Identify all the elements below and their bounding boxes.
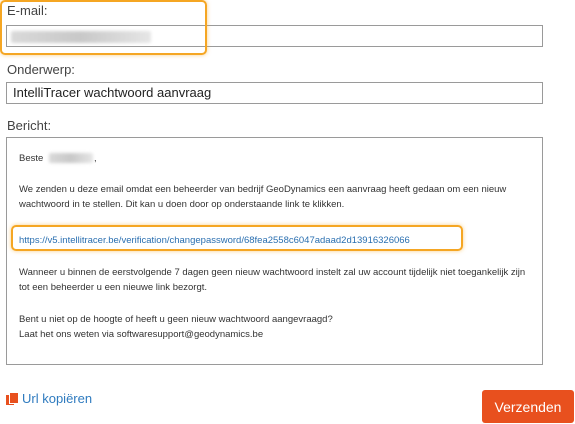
link-highlight xyxy=(11,225,463,251)
greeting-text: Beste xyxy=(19,153,44,164)
message-paragraph-1: We zenden u deze email omdat een beheerd… xyxy=(19,184,507,210)
subject-label: Onderwerp: xyxy=(7,62,75,77)
copy-url-label: Url kopiëren xyxy=(22,391,93,406)
copy-icon xyxy=(6,391,19,406)
message-label: Bericht: xyxy=(7,118,52,133)
message-paragraph-3-line-2: Laat het ons weten via softwaresupport@g… xyxy=(19,329,264,340)
copy-url-button[interactable]: Url kopiëren xyxy=(6,391,92,406)
greeting-line: Beste , xyxy=(19,151,532,166)
redacted-name xyxy=(48,153,93,164)
send-button[interactable]: Verzenden xyxy=(482,390,574,423)
subject-field[interactable]: IntelliTracer wachtwoord aanvraag xyxy=(6,82,543,104)
message-paragraph-2: Wanneer u binnen de eerstvolgende 7 dage… xyxy=(19,267,526,293)
greeting-comma: , xyxy=(93,153,97,164)
message-body[interactable]: Beste , We zenden u deze email omdat een… xyxy=(6,137,543,365)
email-highlight xyxy=(0,0,207,55)
message-paragraph-3-line-1: Bent u niet op de hoogte of heeft u geen… xyxy=(19,314,333,325)
